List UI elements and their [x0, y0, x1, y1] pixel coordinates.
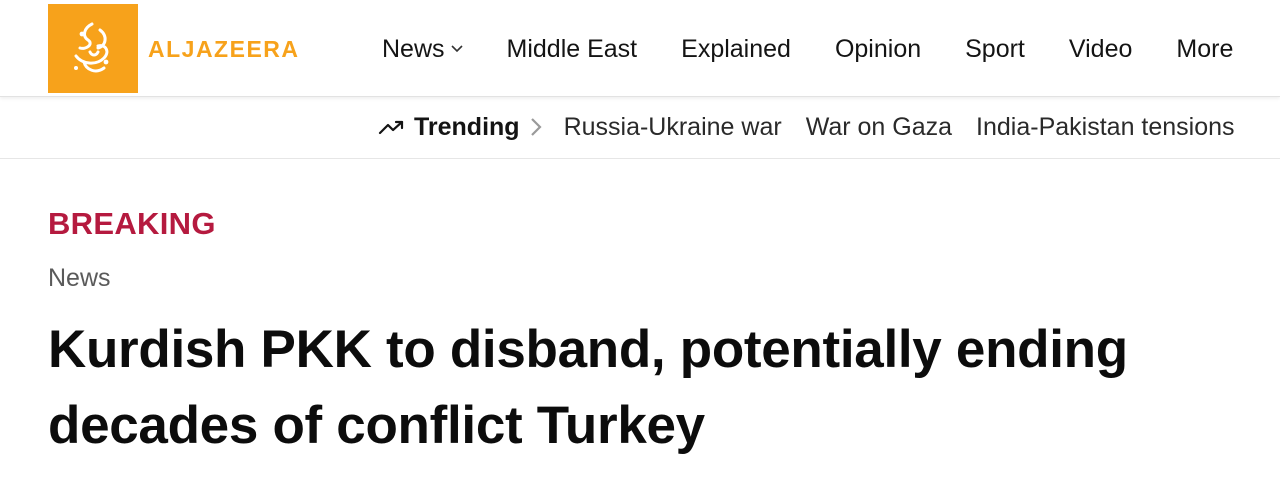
trending-link-russia-ukraine[interactable]: Russia-Ukraine war	[564, 113, 782, 142]
main-nav: News Middle East Explained Opinion Sport…	[382, 32, 1233, 66]
nav-item-video[interactable]: Video	[1069, 32, 1133, 66]
nav-item-more[interactable]: More	[1176, 32, 1233, 66]
trending-up-icon	[378, 119, 406, 135]
trending-bar: Trending Russia-Ukraine war War on Gaza …	[0, 96, 1280, 159]
trending-link-india-pakistan[interactable]: India-Pakistan tensions	[976, 113, 1234, 142]
nav-item-sport[interactable]: Sport	[965, 32, 1025, 66]
nav-item-video-label: Video	[1068, 35, 1133, 63]
nav-item-news-label: News	[382, 35, 445, 63]
breaking-flag: BREAKING	[48, 206, 216, 241]
nav-item-more-label: More	[1176, 35, 1234, 63]
nav-item-middle-east-label: Middle East	[506, 35, 638, 63]
trending-label: Trending	[414, 112, 520, 141]
nav-item-sport-label: Sport	[965, 35, 1025, 63]
nav-item-opinion[interactable]: Opinion	[835, 32, 921, 66]
nav-item-news[interactable]: News	[382, 32, 463, 66]
nav-item-middle-east[interactable]: Middle East	[507, 32, 638, 66]
article-headline: Kurdish PKK to disband, potentially endi…	[48, 320, 1128, 455]
nav-item-explained[interactable]: Explained	[681, 32, 791, 66]
site-header: ALJAZEERA News Middle East Explained Opi…	[0, 0, 1280, 97]
article-category[interactable]: News	[48, 263, 111, 293]
aljazeera-calligraphy-icon	[74, 22, 109, 72]
chevron-down-icon	[450, 45, 463, 53]
nav-item-opinion-label: Opinion	[834, 35, 922, 63]
nav-item-explained-label: Explained	[681, 35, 791, 63]
chevron-right-icon	[530, 117, 542, 137]
trending-link-gaza[interactable]: War on Gaza	[806, 113, 952, 142]
aljazeera-logo[interactable]	[48, 4, 138, 93]
brand-wordmark[interactable]: ALJAZEERA	[148, 36, 300, 62]
